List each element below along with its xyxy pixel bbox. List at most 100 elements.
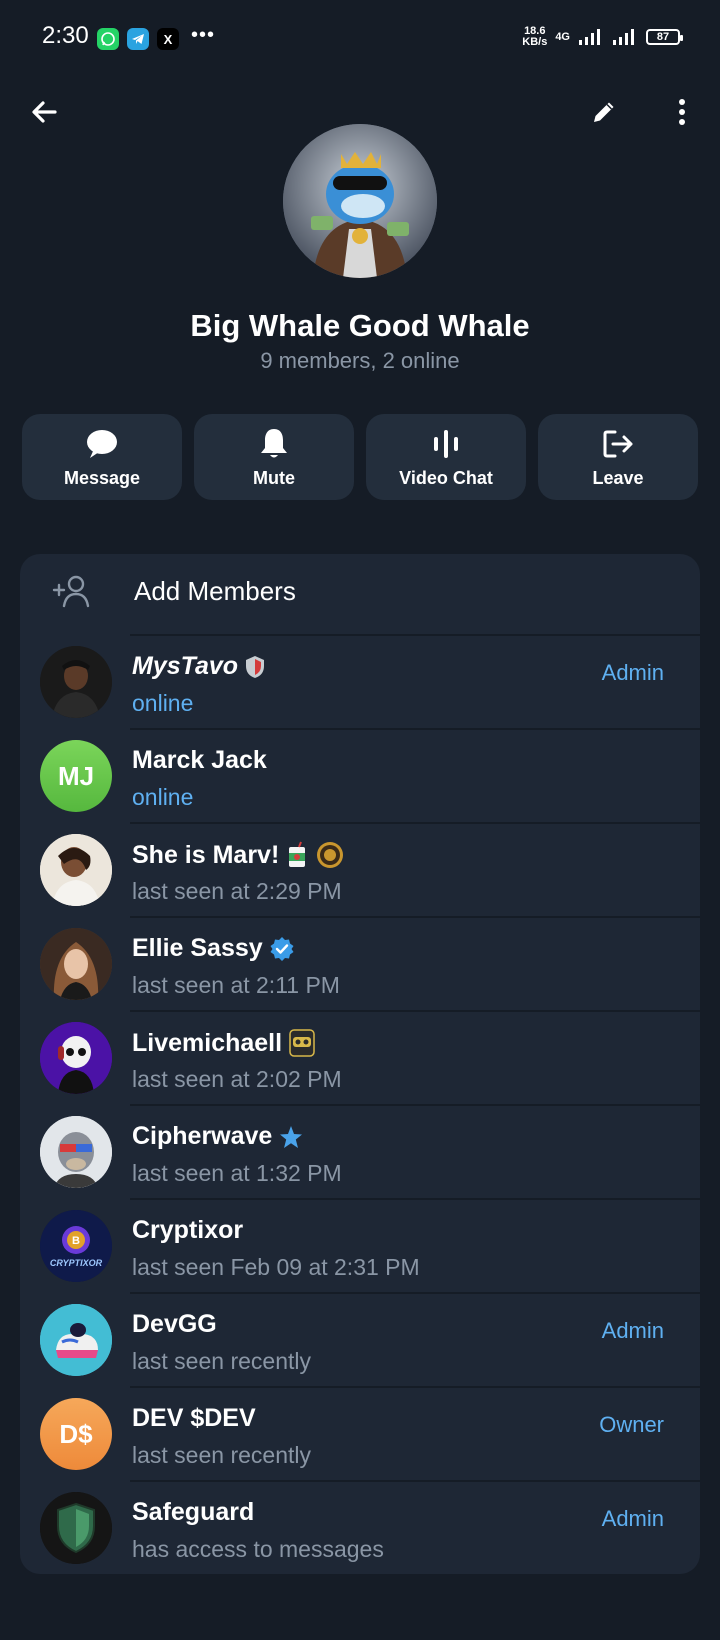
member-name: She is Marv! xyxy=(132,840,345,870)
member-name: DevGG xyxy=(132,1310,217,1339)
member-name: Ellie Sassy xyxy=(132,934,295,963)
member-status: last seen Feb 09 at 2:31 PM xyxy=(132,1254,420,1280)
action-bar: Message Mute Video Chat Leave xyxy=(22,414,698,500)
member-status: last seen at 1:32 PM xyxy=(132,1160,342,1186)
member-name: Marck Jack xyxy=(132,746,267,775)
notification-icons: X ••• xyxy=(97,24,215,50)
member-row[interactable]: MJ Marck Jack online xyxy=(20,728,700,822)
back-button[interactable] xyxy=(20,88,68,136)
divider xyxy=(130,634,700,636)
member-name: Safeguard xyxy=(132,1498,254,1527)
member-name-text: MysTavo xyxy=(132,652,239,680)
verified-badge-icon xyxy=(270,936,294,961)
avatar xyxy=(40,1116,112,1188)
member-row[interactable]: Safeguard has access to messages Admin xyxy=(20,1480,700,1574)
member-status: last seen at 2:02 PM xyxy=(132,1066,342,1092)
cassette-badge-icon xyxy=(289,1029,315,1057)
speed-unit: KB/s xyxy=(522,36,548,48)
divider xyxy=(130,1104,700,1106)
member-row[interactable]: MysTavo online Admin xyxy=(20,634,700,728)
video-chat-label: Video Chat xyxy=(399,467,493,488)
member-name: Cipherwave xyxy=(132,1122,304,1151)
divider xyxy=(130,1010,700,1012)
group-avatar[interactable] xyxy=(283,124,437,278)
edit-button[interactable] xyxy=(580,88,628,136)
more-notifications-icon: ••• xyxy=(191,23,216,46)
add-members-button[interactable]: Add Members xyxy=(20,554,700,634)
member-status: last seen recently xyxy=(132,1348,311,1374)
members-card: Add Members MysTavo online Admin MJ Marc… xyxy=(20,554,700,1574)
member-row[interactable]: DevGG last seen recently Admin xyxy=(20,1292,700,1386)
more-menu-button[interactable] xyxy=(658,88,706,136)
status-bar: 2:30 X ••• 18.6 KB/s 4G 87 xyxy=(0,0,720,78)
logout-icon xyxy=(603,430,633,457)
member-name-text: DEV $DEV xyxy=(132,1404,256,1432)
signal-2-icon xyxy=(613,29,634,45)
member-name-text: Marck Jack xyxy=(132,746,267,774)
status-time: 2:30 xyxy=(42,22,89,49)
avatar: B CRYPTIXOR xyxy=(40,1210,112,1282)
divider xyxy=(130,1480,700,1482)
message-button[interactable]: Message xyxy=(22,414,182,500)
member-name-text: Livemichaell xyxy=(132,1028,283,1057)
member-name: Cryptixor xyxy=(132,1216,243,1245)
avatar: D$ xyxy=(40,1398,112,1470)
avatar xyxy=(40,646,112,718)
member-status: last seen recently xyxy=(132,1442,311,1468)
mute-label: Mute xyxy=(253,467,295,488)
shield-badge-icon xyxy=(246,655,265,678)
chat-bubble-icon xyxy=(87,429,117,458)
divider xyxy=(130,1292,700,1294)
member-role: Admin xyxy=(601,660,664,685)
message-label: Message xyxy=(63,467,141,488)
add-user-icon xyxy=(52,575,90,608)
battery-icon: 87 xyxy=(646,29,683,45)
avatar xyxy=(40,928,112,1000)
mute-button[interactable]: Mute xyxy=(194,414,354,500)
svg-text:CRYPTIXOR: CRYPTIXOR xyxy=(50,1258,103,1268)
system-indicators: 18.6 KB/s 4G 87 xyxy=(522,26,683,48)
member-name-text: Ellie Sassy xyxy=(132,934,263,962)
avatar xyxy=(40,1304,112,1376)
member-row[interactable]: Livemichaell last seen at 2:02 PM xyxy=(20,1010,700,1104)
member-row[interactable]: Cipherwave last seen at 1:32 PM xyxy=(20,1104,700,1198)
member-status: last seen at 2:11 PM xyxy=(132,972,340,998)
member-role: Admin xyxy=(601,1506,664,1531)
member-row[interactable]: Ellie Sassy last seen at 2:11 PM xyxy=(20,916,700,1010)
telegram-icon xyxy=(127,28,149,50)
juice-box-emoji-icon xyxy=(289,841,306,867)
member-status: online xyxy=(132,784,194,810)
avatar xyxy=(40,1022,112,1094)
member-role: Admin xyxy=(601,1318,664,1343)
divider xyxy=(130,1386,700,1388)
bell-icon xyxy=(261,428,287,457)
star-badge-icon xyxy=(280,1125,303,1148)
member-name: DEV $DEV xyxy=(132,1404,256,1433)
more-vertical-icon xyxy=(679,99,685,125)
network-type: 4G xyxy=(555,31,570,43)
member-name-text: Cipherwave xyxy=(132,1122,273,1150)
member-row[interactable]: She is Marv! last seen at 2:29 PM xyxy=(20,822,700,916)
divider xyxy=(130,1198,700,1200)
member-row[interactable]: B CRYPTIXOR Cryptixor last seen Feb 09 at… xyxy=(20,1198,700,1292)
whale-avatar-image xyxy=(283,124,437,278)
member-role: Owner xyxy=(599,1412,664,1437)
coin-badge-icon xyxy=(317,842,344,868)
avatar xyxy=(40,834,112,906)
group-title: Big Whale Good Whale xyxy=(190,308,530,343)
avatar xyxy=(40,1492,112,1564)
member-name: MysTavo xyxy=(132,652,266,681)
add-members-label: Add Members xyxy=(134,576,296,606)
whatsapp-icon xyxy=(97,28,119,50)
video-chat-button[interactable]: Video Chat xyxy=(366,414,526,500)
signal-icon xyxy=(579,29,600,45)
member-name-text: Safeguard xyxy=(132,1498,255,1526)
divider xyxy=(130,916,700,918)
member-name-text: Cryptixor xyxy=(132,1216,244,1244)
group-member-count: 9 members, 2 online xyxy=(260,348,460,373)
divider xyxy=(130,822,700,824)
svg-text:B: B xyxy=(72,1235,80,1247)
member-status: has access to messages xyxy=(132,1536,384,1562)
leave-button[interactable]: Leave xyxy=(538,414,698,500)
member-row[interactable]: D$ DEV $DEV last seen recently Owner xyxy=(20,1386,700,1480)
